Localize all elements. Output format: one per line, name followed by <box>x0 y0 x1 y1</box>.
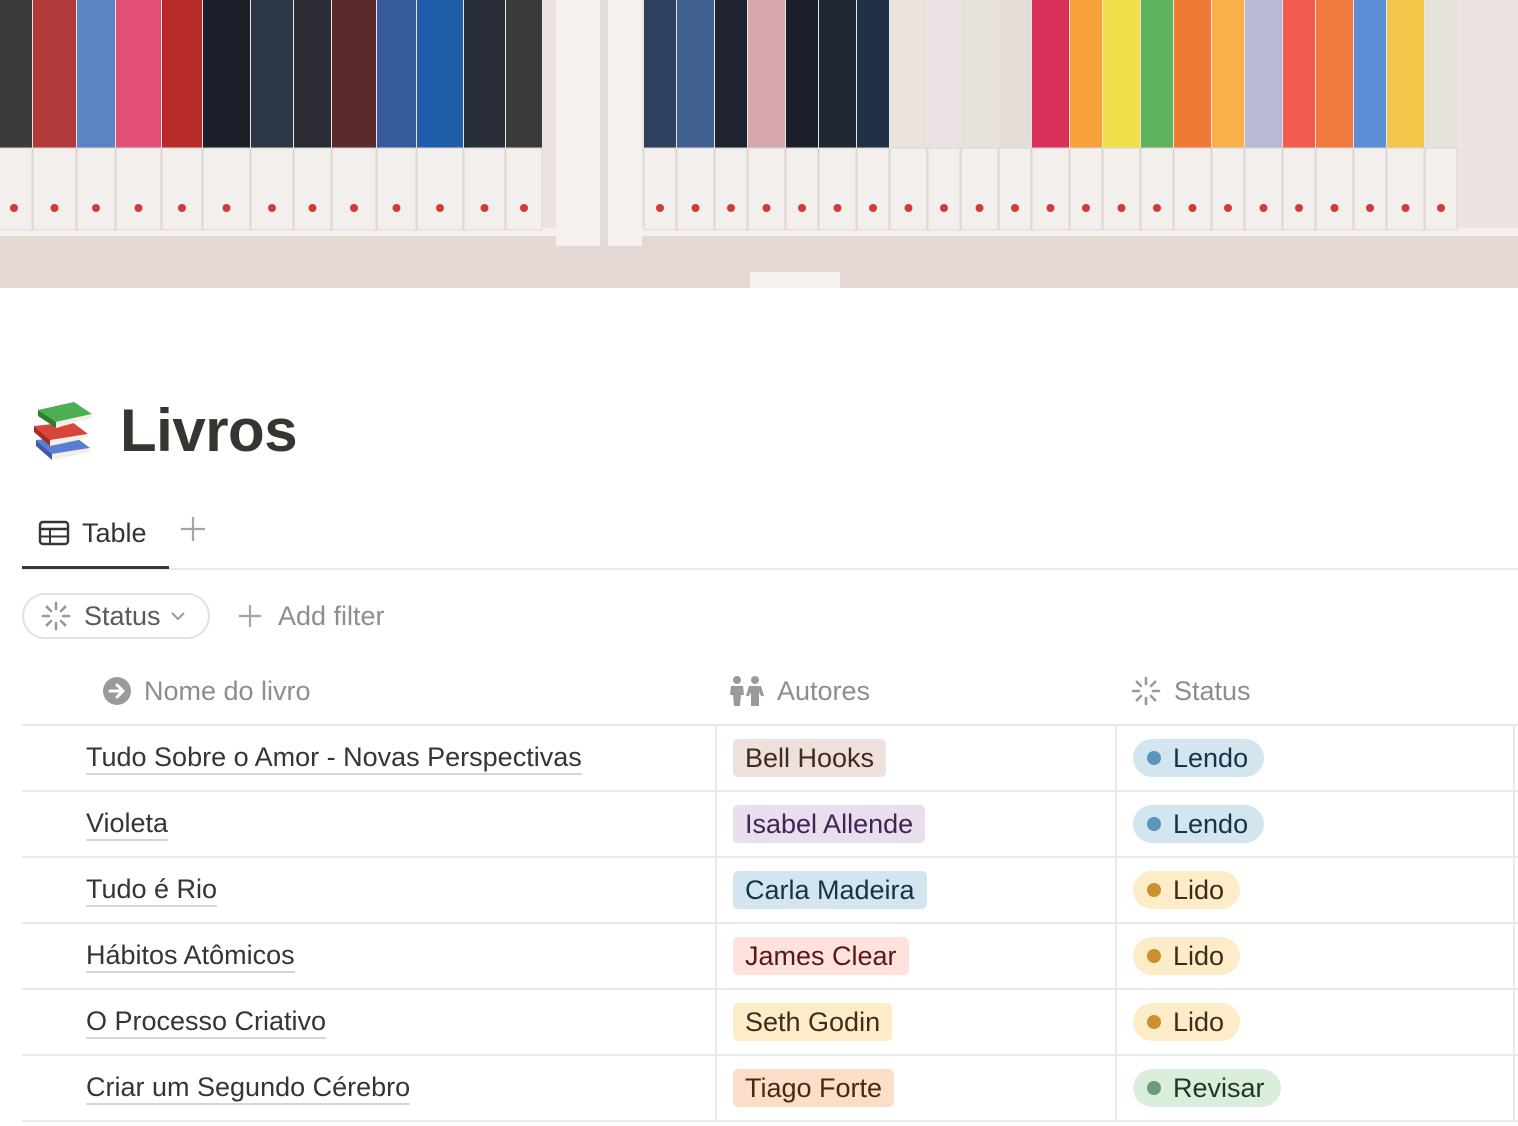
cell-book-name[interactable]: Criar um Segundo Cérebro <box>86 1056 714 1120</box>
status-filter-chip[interactable]: Status <box>22 593 210 639</box>
title-arrow-icon <box>103 677 131 705</box>
add-filter-button[interactable]: Add filter <box>236 593 385 639</box>
table-row[interactable]: Hábitos Atômicos James Clear Lido <box>22 924 1518 990</box>
cell-status[interactable]: Lido <box>1115 990 1515 1054</box>
status-badge[interactable]: Lendo <box>1133 739 1265 777</box>
status-label: Lido <box>1173 941 1225 971</box>
cell-author[interactable]: Carla Madeira <box>715 858 1115 922</box>
status-label: Lido <box>1173 875 1225 905</box>
cover-image[interactable] <box>0 0 1518 288</box>
table-header: Nome do livro Autores Status <box>22 658 1518 726</box>
cell-status[interactable]: Lido <box>1115 858 1515 922</box>
status-loader-icon <box>41 601 71 631</box>
author-tag: Tiago Forte <box>733 1069 895 1107</box>
cell-author[interactable]: Bell Hooks <box>715 726 1115 790</box>
cell-status[interactable]: Lendo <box>1115 726 1515 790</box>
status-loader-icon <box>1131 676 1161 706</box>
cell-book-name[interactable]: Hábitos Atômicos <box>86 924 714 988</box>
view-tabs: Table <box>22 500 1518 570</box>
books-table: Nome do livro Autores Status Tudo Sobre … <box>22 658 1518 1122</box>
author-tag: Carla Madeira <box>733 871 927 909</box>
status-dot <box>1147 949 1161 963</box>
column-header-name[interactable]: Nome do livro <box>102 658 311 724</box>
status-dot <box>1147 1015 1161 1029</box>
status-badge[interactable]: Lendo <box>1133 805 1265 843</box>
people-icon <box>730 676 764 706</box>
cell-author[interactable]: Seth Godin <box>715 990 1115 1054</box>
cell-book-name[interactable]: Tudo é Rio <box>86 858 714 922</box>
status-badge[interactable]: Revisar <box>1133 1069 1281 1107</box>
column-header-label: Nome do livro <box>144 675 311 706</box>
book-title[interactable]: Hábitos Atômicos <box>86 939 295 973</box>
column-header-status[interactable]: Status <box>1130 658 1251 724</box>
tab-table[interactable]: Table <box>22 500 169 569</box>
author-tag: Isabel Allende <box>733 805 926 843</box>
cell-book-name[interactable]: Violeta <box>86 792 714 856</box>
page-title[interactable]: Livros <box>120 396 298 465</box>
author-tag: Seth Godin <box>733 1003 893 1041</box>
book-title[interactable]: Criar um Segundo Cérebro <box>86 1071 411 1105</box>
status-label: Lido <box>1173 1007 1225 1037</box>
status-badge[interactable]: Lido <box>1133 871 1241 909</box>
add-filter-label: Add filter <box>278 600 385 631</box>
chevron-down-icon <box>170 612 185 621</box>
cell-author[interactable]: James Clear <box>715 924 1115 988</box>
book-title[interactable]: O Processo Criativo <box>86 1005 327 1039</box>
table-row[interactable]: Criar um Segundo Cérebro Tiago Forte Rev… <box>22 1056 1518 1122</box>
plus-icon <box>239 605 261 627</box>
status-badge[interactable]: Lido <box>1133 1003 1241 1041</box>
cell-author[interactable]: Isabel Allende <box>715 792 1115 856</box>
table-row[interactable]: Tudo é Rio Carla Madeira Lido <box>22 858 1518 924</box>
plus-icon <box>181 517 205 541</box>
status-label: Revisar <box>1173 1073 1265 1103</box>
book-title[interactable]: Violeta <box>86 807 169 841</box>
book-title[interactable]: Tudo Sobre o Amor - Novas Perspectivas <box>86 741 582 775</box>
status-dot <box>1147 883 1161 897</box>
cell-author[interactable]: Tiago Forte <box>715 1056 1115 1120</box>
author-tag: James Clear <box>733 937 909 975</box>
tab-label: Table <box>82 517 147 548</box>
author-tag: Bell Hooks <box>733 739 887 777</box>
status-dot <box>1147 751 1161 765</box>
column-header-label: Status <box>1174 675 1251 706</box>
add-view-button[interactable] <box>178 514 208 544</box>
notion-page: Livros Table Status Add filter Nome do l… <box>0 0 1518 1126</box>
table-row[interactable]: Tudo Sobre o Amor - Novas Perspectivas B… <box>22 726 1518 792</box>
book-title[interactable]: Tudo é Rio <box>86 873 218 907</box>
status-dot <box>1147 1081 1161 1095</box>
table-row[interactable]: Violeta Isabel Allende Lendo <box>22 792 1518 858</box>
table-icon <box>38 520 70 546</box>
status-filter-label: Status <box>84 600 161 631</box>
table-body: Tudo Sobre o Amor - Novas Perspectivas B… <box>22 726 1518 1122</box>
cell-status[interactable]: Revisar <box>1115 1056 1515 1120</box>
column-header-label: Autores <box>777 675 871 706</box>
bookshelf-illustration <box>0 0 1518 288</box>
status-label: Lendo <box>1173 809 1249 839</box>
page-header: Livros <box>30 390 298 470</box>
cell-status[interactable]: Lendo <box>1115 792 1515 856</box>
status-badge[interactable]: Lido <box>1133 937 1241 975</box>
books-icon[interactable] <box>30 396 98 464</box>
cell-status[interactable]: Lido <box>1115 924 1515 988</box>
cell-book-name[interactable]: O Processo Criativo <box>86 990 714 1054</box>
table-row[interactable]: O Processo Criativo Seth Godin Lido <box>22 990 1518 1056</box>
column-header-authors[interactable]: Autores <box>727 658 870 724</box>
status-dot <box>1147 817 1161 831</box>
status-label: Lendo <box>1173 743 1249 773</box>
cell-book-name[interactable]: Tudo Sobre o Amor - Novas Perspectivas <box>86 726 714 790</box>
